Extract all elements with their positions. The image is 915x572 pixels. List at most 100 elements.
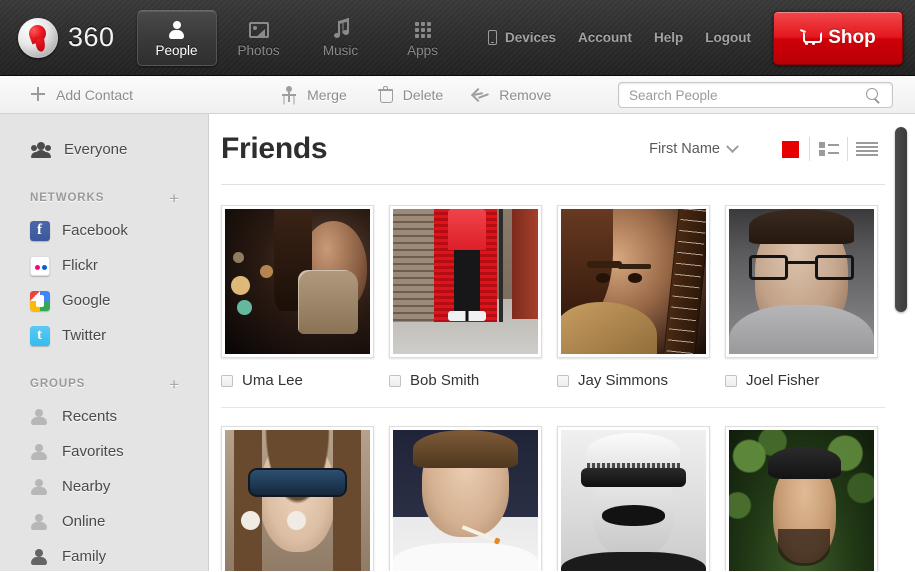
tab-music[interactable]: Music: [301, 10, 381, 66]
link-devices-label: Devices: [504, 30, 556, 45]
sidebar-item-recents-label: Recents: [62, 408, 118, 425]
list-thumbnail-icon: [818, 142, 839, 156]
link-account[interactable]: Account: [578, 30, 632, 45]
sidebar-item-facebook-label: Facebook: [62, 222, 128, 239]
search-box[interactable]: [618, 82, 893, 108]
contact-name-line: Jay Simmons: [557, 372, 724, 389]
brand[interactable]: 360: [18, 17, 115, 58]
view-toggle-group: [771, 137, 885, 161]
contact-name: Jay Simmons: [578, 372, 669, 389]
vertical-scrollbar[interactable]: [895, 127, 907, 557]
person-icon: [30, 443, 48, 460]
grid-view-icon: [781, 140, 799, 158]
remove-button[interactable]: Remove: [473, 86, 551, 103]
contact-photo[interactable]: [389, 426, 542, 571]
contact-photo[interactable]: [221, 426, 374, 571]
contact-card[interactable]: [557, 426, 724, 571]
contact-checkbox[interactable]: [221, 374, 233, 387]
add-network-button[interactable]: +: [169, 190, 180, 207]
link-devices[interactable]: Devices: [487, 30, 556, 45]
contact-name-line: Uma Lee: [221, 372, 388, 389]
contact-card[interactable]: [725, 426, 892, 571]
vodafone-logo-icon: [18, 17, 58, 58]
add-group-button[interactable]: +: [169, 376, 180, 393]
tab-apps[interactable]: Apps: [383, 10, 463, 66]
merge-button[interactable]: Merge: [281, 86, 347, 103]
contact-name-line: Bob Smith: [389, 372, 556, 389]
app-window: 360 People Photos Music Apps Devices Acc…: [0, 0, 915, 572]
contact-checkbox[interactable]: [389, 374, 401, 387]
contact-photo[interactable]: [557, 205, 710, 358]
merge-label: Merge: [307, 86, 347, 103]
view-toggle-grid[interactable]: [771, 137, 809, 161]
sidebar-item-family-label: Family: [62, 548, 107, 565]
sort-dropdown-label: First Name: [649, 141, 720, 157]
tab-photos[interactable]: Photos: [219, 10, 299, 66]
sidebar-item-favorites[interactable]: Favorites: [0, 434, 208, 469]
contact-checkbox[interactable]: [725, 374, 737, 387]
person-icon: [30, 478, 48, 495]
sidebar-item-twitter-label: Twitter: [62, 327, 107, 344]
contact-photo[interactable]: [725, 205, 878, 358]
main-nav-tabs: People Photos Music Apps: [136, 0, 465, 76]
content-area: Everyone NETWORKS + Facebook Flickr Goog…: [0, 114, 915, 571]
sidebar-item-twitter[interactable]: Twitter: [0, 318, 208, 353]
delete-button[interactable]: Delete: [377, 86, 443, 103]
contact-card[interactable]: [221, 426, 388, 571]
tab-apps-label: Apps: [407, 42, 438, 58]
contacts-row: Uma Lee Bob Smith Jay Simmons Joel Fishe…: [221, 205, 915, 389]
contact-card[interactable]: Jay Simmons: [557, 205, 724, 389]
view-toggle-list[interactable]: [809, 137, 847, 161]
add-contact-button[interactable]: Add Contact: [30, 86, 133, 103]
contact-name-line: Joel Fisher: [725, 372, 892, 389]
undo-arrow-icon: [473, 86, 490, 103]
sidebar-item-flickr[interactable]: Flickr: [0, 248, 208, 283]
remove-label: Remove: [499, 86, 552, 103]
contact-checkbox[interactable]: [557, 374, 569, 387]
contact-card[interactable]: [389, 426, 556, 571]
contact-photo[interactable]: [221, 205, 374, 358]
sidebar-item-online[interactable]: Online: [0, 504, 208, 539]
link-help[interactable]: Help: [654, 30, 683, 45]
contact-card[interactable]: Uma Lee: [221, 205, 388, 389]
sidebar-item-flickr-label: Flickr: [62, 257, 98, 274]
link-logout[interactable]: Logout: [705, 30, 751, 45]
flickr-icon: [30, 255, 50, 276]
trash-icon: [377, 86, 394, 103]
music-note-icon: [332, 18, 350, 42]
scrollbar-thumb[interactable]: [895, 127, 907, 312]
sidebar-item-recents[interactable]: Recents: [0, 399, 208, 434]
sidebar-item-everyone[interactable]: Everyone: [0, 132, 208, 167]
contact-photo[interactable]: [725, 426, 878, 571]
sidebar-item-nearby[interactable]: Nearby: [0, 469, 208, 504]
sidebar-item-favorites-label: Favorites: [62, 443, 124, 460]
sidebar-groups-header: GROUPS +: [0, 369, 208, 399]
search-icon[interactable]: [864, 88, 886, 102]
shop-button-label: Shop: [828, 26, 876, 48]
photo-icon: [248, 18, 269, 42]
action-toolbar: Add Contact Merge Delete Remove: [0, 76, 915, 114]
contact-name: Uma Lee: [242, 372, 303, 389]
list-rows-icon: [855, 142, 878, 156]
contacts-grid: Uma Lee Bob Smith Jay Simmons Joel Fishe…: [209, 185, 915, 571]
view-toggle-rows[interactable]: [847, 137, 885, 161]
shop-button[interactable]: Shop: [773, 10, 903, 65]
networks-header-label: NETWORKS: [30, 192, 105, 204]
sidebar-item-family[interactable]: Family: [0, 539, 208, 571]
contact-card[interactable]: Bob Smith: [389, 205, 556, 389]
search-input[interactable]: [619, 87, 864, 103]
sidebar-item-google[interactable]: Google: [0, 283, 208, 318]
sidebar-item-everyone-label: Everyone: [64, 141, 128, 158]
sort-dropdown[interactable]: First Name: [649, 139, 739, 157]
plus-icon: [30, 86, 47, 103]
facebook-icon: [30, 220, 50, 241]
tab-people[interactable]: People: [136, 9, 217, 66]
person-icon: [30, 408, 48, 425]
contact-photo[interactable]: [557, 426, 710, 571]
sidebar-networks-header: NETWORKS +: [0, 183, 208, 213]
contact-card[interactable]: Joel Fisher: [725, 205, 892, 389]
sidebar-item-facebook[interactable]: Facebook: [0, 213, 208, 248]
add-contact-label: Add Contact: [56, 86, 134, 103]
sidebar-item-google-label: Google: [62, 292, 111, 309]
contact-photo[interactable]: [389, 205, 542, 358]
